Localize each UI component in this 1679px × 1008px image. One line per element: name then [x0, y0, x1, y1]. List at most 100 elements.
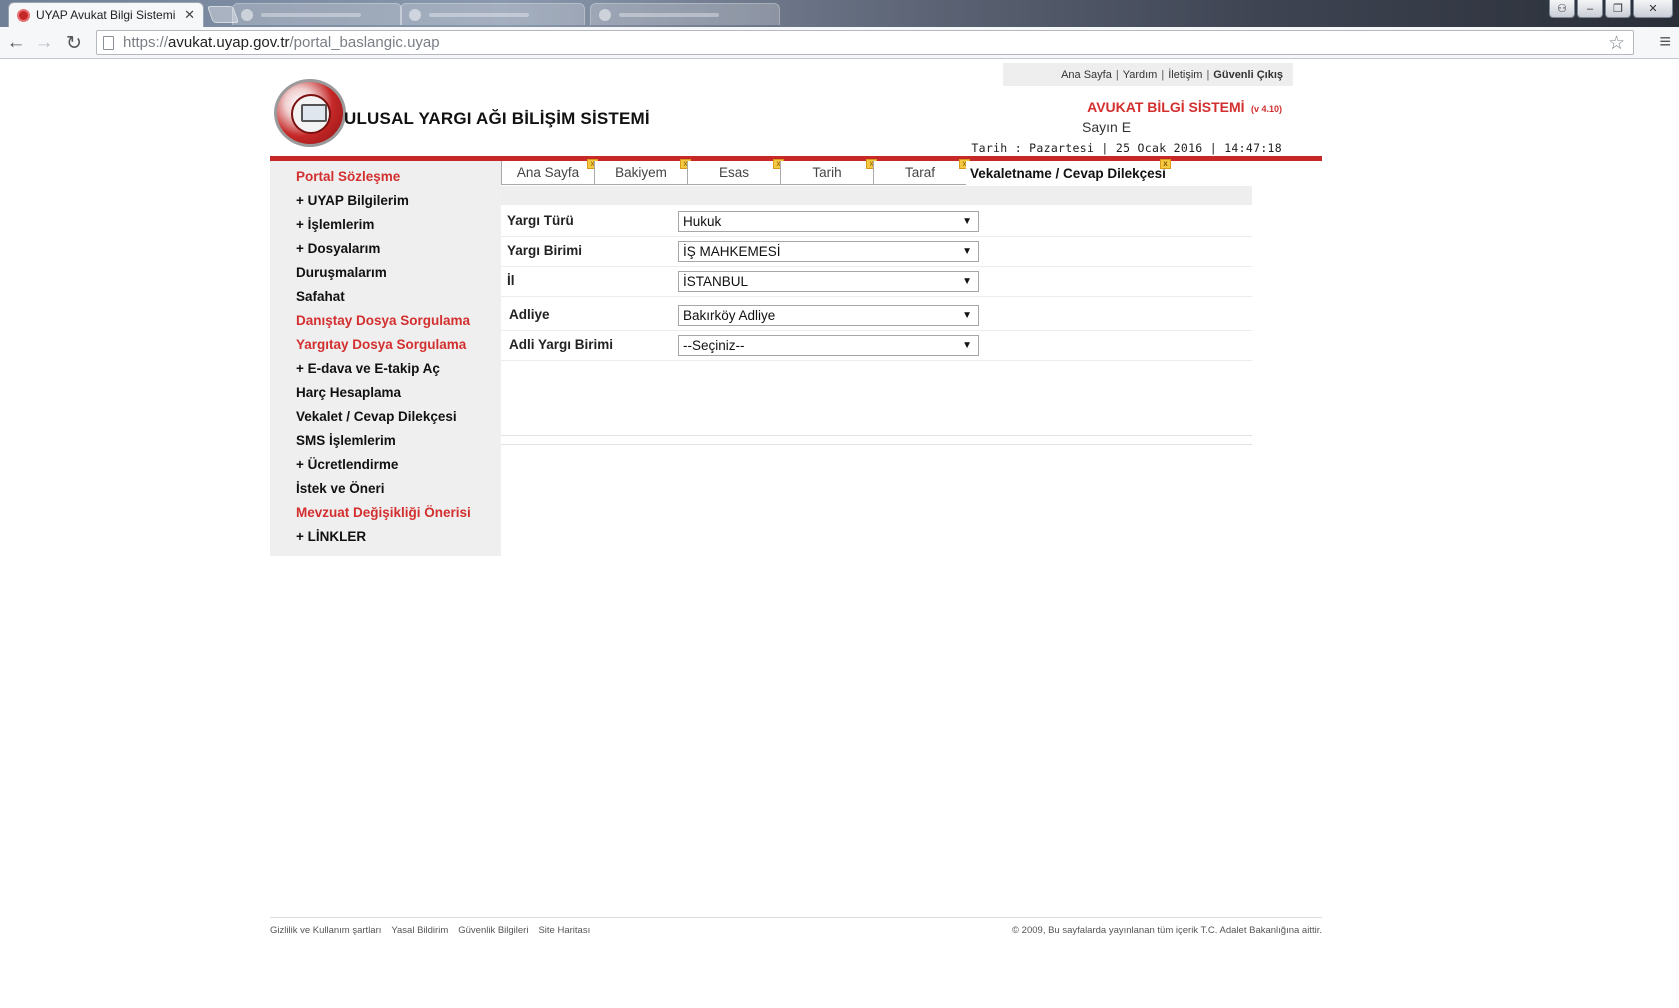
sidebar-item-portal-sozlesme[interactable]: Portal Sözleşme	[270, 165, 501, 189]
sidebar-item-safahat[interactable]: Safahat	[270, 285, 501, 309]
footer-links: Gizlilik ve Kullanım şartları Yasal Bild…	[270, 925, 590, 936]
address-bar[interactable]: https://avukat.uyap.gov.tr/portal_baslan…	[96, 30, 1634, 55]
footer-link-security[interactable]: Güvenlik Bilgileri	[458, 925, 528, 936]
sidebar-item-uyap-bilgilerim[interactable]: + UYAP Bilgilerim	[270, 189, 501, 213]
adli-yargi-birimi-select[interactable]: --Seçiniz-- ▼	[678, 335, 979, 356]
blurred-tab-title	[429, 13, 529, 17]
yargi-birimi-select[interactable]: İŞ MAHKEMESİ ▼	[678, 241, 979, 262]
reload-icon[interactable]: ↻	[62, 31, 86, 55]
sidebar-item-vekalet-cevap[interactable]: Vekalet / Cevap Dilekçesi	[270, 405, 501, 429]
logout-link[interactable]: Güvenli Çıkış	[1213, 69, 1283, 81]
yargi-turu-select[interactable]: Hukuk ▼	[678, 211, 979, 232]
form-row-il: İl İSTANBUL ▼	[501, 265, 1252, 297]
dropdown-arrow-icon: ▼	[962, 276, 972, 287]
tab-label: Bakiyem	[615, 165, 667, 180]
top-link-contact[interactable]: İletişim	[1168, 69, 1202, 81]
adliye-value: Bakırköy Adliye	[683, 308, 776, 323]
tab-tarih[interactable]: Tarih x	[780, 159, 877, 185]
dropdown-arrow-icon: ▼	[962, 216, 972, 227]
browser-tab-active[interactable]: UYAP Avukat Bilgi Sistemi ✕	[8, 2, 204, 27]
tab-label: Ana Sayfa	[516, 165, 580, 180]
adli-yargi-birimi-label: Adli Yargı Birimi	[509, 337, 614, 352]
il-select[interactable]: İSTANBUL ▼	[678, 271, 979, 292]
page-icon	[103, 35, 114, 50]
link-separator: |	[1115, 68, 1119, 81]
tab-label: Taraf	[904, 165, 935, 180]
dropdown-arrow-icon: ▼	[962, 246, 972, 257]
top-link-help[interactable]: Yardım	[1123, 69, 1158, 81]
sidebar-item-edava-etakip[interactable]: + E-dava ve E-takip Aç	[270, 357, 501, 381]
form-divider	[501, 444, 1252, 445]
tab-close-icon[interactable]: ✕	[184, 7, 195, 23]
browser-tab-background[interactable]	[232, 3, 402, 25]
tab-label: Vekaletname / Cevap Dilekçesi	[970, 165, 1166, 181]
yargi-turu-value: Hukuk	[683, 214, 722, 229]
sidebar-item-ucretlendirme[interactable]: + Ücretlendirme	[270, 453, 501, 477]
footer-divider	[270, 917, 1322, 918]
tab-favicon-icon	[409, 9, 421, 21]
url-path: /portal_baslangic.uyap	[289, 34, 440, 51]
tab-vekaletname[interactable]: Vekaletname / Cevap Dilekçesi x	[966, 159, 1173, 185]
sidebar-menu: Portal Sözleşme + UYAP Bilgilerim + İşle…	[270, 161, 501, 556]
adliye-select[interactable]: Bakırköy Adliye ▼	[678, 305, 979, 326]
tab-label: Tarih	[812, 165, 842, 180]
system-name: AVUKAT BİLGİ SİSTEMİ	[1087, 99, 1245, 115]
sidebar-item-dosyalarim[interactable]: + Dosyalarım	[270, 237, 501, 261]
blurred-tab-title	[619, 13, 719, 17]
tab-esas[interactable]: Esas x	[687, 159, 784, 185]
browser-tab-background[interactable]	[400, 3, 585, 25]
footer-link-sitemap[interactable]: Site Haritası	[538, 925, 590, 936]
system-version: (v 4.10)	[1250, 104, 1282, 114]
il-value: İSTANBUL	[683, 274, 749, 289]
copyright-text: © 2009, Bu sayfalarda yayınlanan tüm içe…	[1012, 925, 1322, 936]
tab-taraf[interactable]: Taraf x	[873, 159, 970, 185]
adliye-label: Adliye	[509, 307, 550, 322]
system-title: AVUKAT BİLGİ SİSTEMİ (v 4.10)	[1087, 99, 1282, 117]
sidebar-item-yargitay-sorgulama[interactable]: Yargıtay Dosya Sorgulama	[270, 333, 501, 357]
link-separator: |	[1161, 68, 1165, 81]
footer-link-legal[interactable]: Yasal Bildirim	[391, 925, 448, 936]
sidebar-item-mevzuat-onerisi[interactable]: Mevzuat Değişikliği Önerisi	[270, 501, 501, 525]
uyap-logo	[274, 79, 346, 147]
url-text: https://avukat.uyap.gov.tr/portal_baslan…	[123, 34, 440, 51]
sidebar-item-istek-oneri[interactable]: İstek ve Öneri	[270, 477, 501, 501]
sidebar-item-islemlerim[interactable]: + İşlemlerim	[270, 213, 501, 237]
yargi-birimi-label: Yargı Birimi	[507, 243, 583, 258]
bookmark-star-icon[interactable]: ☆	[1608, 32, 1625, 55]
restore-button[interactable]: ❐	[1605, 0, 1631, 18]
browser-window: UYAP Avukat Bilgi Sistemi ✕ ⚇ ‒ ❐ ✕ ← → …	[0, 0, 1679, 1008]
back-arrow-icon[interactable]: ←	[4, 31, 28, 55]
uyap-favicon-icon	[17, 8, 30, 22]
sidebar-item-harc-hesaplama[interactable]: Harç Hesaplama	[270, 381, 501, 405]
form-header-band	[501, 186, 1252, 205]
close-window-button[interactable]: ✕	[1633, 0, 1673, 18]
minimize-button[interactable]: ‒	[1577, 0, 1603, 18]
tab-label: Esas	[718, 165, 749, 180]
tab-close-icon[interactable]: x	[1160, 159, 1171, 169]
form-row-adliye: Adliye Bakırköy Adliye ▼	[501, 299, 1252, 331]
browser-menu-icon[interactable]: ≡	[1659, 31, 1671, 54]
logo-monitor-icon	[301, 104, 327, 122]
browser-tab-background[interactable]	[590, 3, 780, 25]
tab-strip: UYAP Avukat Bilgi Sistemi ✕ ⚇ ‒ ❐ ✕	[0, 0, 1679, 27]
sidebar-item-durusmalarim[interactable]: Duruşmalarım	[270, 261, 501, 285]
sidebar-item-sms-islemlerim[interactable]: SMS İşlemlerim	[270, 429, 501, 453]
date-time: Tarih : Pazartesi | 25 Ocak 2016 | 14:47…	[971, 141, 1282, 155]
sidebar-item-linkler[interactable]: + LİNKLER	[270, 525, 501, 549]
user-icon[interactable]: ⚇	[1549, 0, 1575, 18]
top-link-home[interactable]: Ana Sayfa	[1061, 69, 1112, 81]
sidebar-item-danistay-sorgulama[interactable]: Danıştay Dosya Sorgulama	[270, 309, 501, 333]
tab-ana-sayfa[interactable]: Ana Sayfa x	[501, 159, 598, 185]
adli-yargi-birimi-value: --Seçiniz--	[683, 338, 745, 353]
forward-arrow-icon[interactable]: →	[32, 31, 56, 55]
form-row-adli-yargi-birimi: Adli Yargı Birimi --Seçiniz-- ▼	[501, 329, 1252, 361]
tab-bakiyem[interactable]: Bakiyem x	[594, 159, 691, 185]
footer-link-privacy[interactable]: Gizlilik ve Kullanım şartları	[270, 925, 381, 936]
content-tabs: Ana Sayfa x Bakiyem x Esas x Tarih x Taraf x …	[501, 159, 1173, 185]
form-row-yargi-turu: Yargı Türü Hukuk ▼	[501, 205, 1252, 237]
form-divider	[501, 435, 1252, 436]
page-footer: Gizlilik ve Kullanım şartları Yasal Bild…	[270, 925, 1322, 939]
window-controls: ⚇ ‒ ❐ ✕	[1549, 0, 1673, 18]
site-title: ULUSAL YARGI AĞI BİLİŞİM SİSTEMİ	[344, 109, 650, 128]
browser-toolbar: ← → ↻ https://avukat.uyap.gov.tr/portal_…	[0, 27, 1679, 59]
